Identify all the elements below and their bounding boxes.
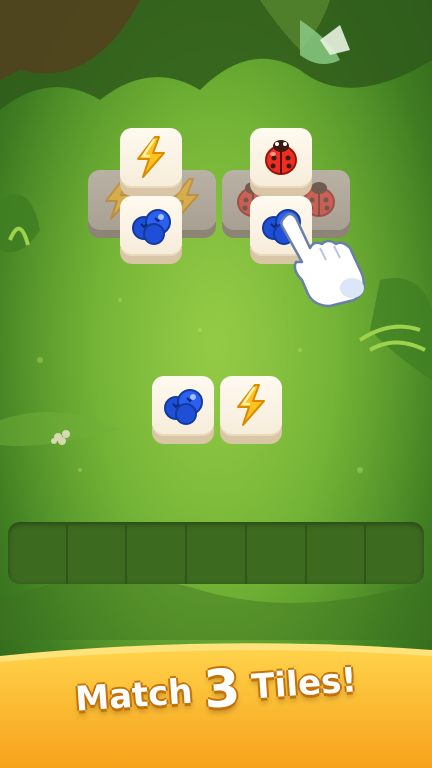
tile-lightning[interactable] xyxy=(120,128,182,196)
tile-blueberry[interactable] xyxy=(152,376,214,444)
banner-number: 3 xyxy=(201,658,243,721)
game-board: Match 3 Tiles! xyxy=(0,0,432,768)
tile-ladybug[interactable] xyxy=(250,128,312,196)
tile-blueberry[interactable] xyxy=(120,196,182,264)
blueberry-icon xyxy=(164,389,203,425)
ladybug-icon xyxy=(265,140,297,175)
lightning-icon xyxy=(137,136,165,178)
tray-slot xyxy=(366,522,424,584)
tray-slot xyxy=(247,522,307,584)
lightning-icon xyxy=(237,384,265,426)
tray-slot xyxy=(68,522,128,584)
banner-word-tiles: Tiles! xyxy=(250,660,359,708)
tray-slot xyxy=(187,522,247,584)
tray-slot xyxy=(307,522,367,584)
banner-word-match: Match xyxy=(73,671,194,720)
hand-pointer-icon xyxy=(280,212,365,308)
tray-slot xyxy=(127,522,188,584)
tray-slot xyxy=(8,522,68,584)
tile-lightning[interactable] xyxy=(220,376,282,444)
blueberry-icon xyxy=(132,209,171,245)
tile-tray xyxy=(8,522,424,584)
